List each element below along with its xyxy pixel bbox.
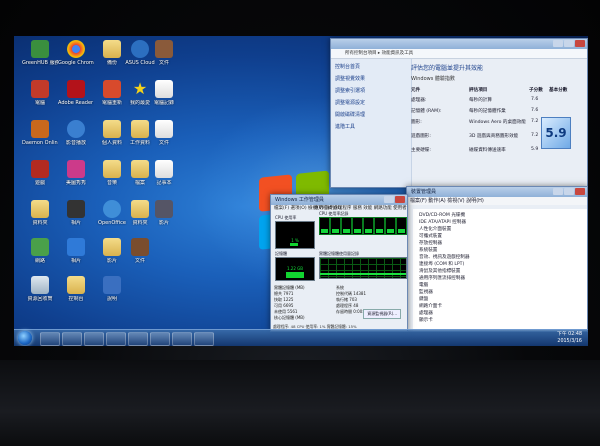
wei-description: Windows 體驗指數 <box>411 76 455 82</box>
tree-item[interactable]: 存放控制器 <box>419 240 581 247</box>
tree-item[interactable]: 鍵盤 <box>419 296 581 303</box>
device-tree: DVD/CD-ROM 光碟機 IDE ATA/ATAPI 控制器 人性化介面裝置… <box>413 209 587 331</box>
cpu-usage-graph: 1 % <box>275 221 315 249</box>
taskbar: 下午 02:48 2015/3/16 <box>14 329 588 346</box>
taskbar-button[interactable] <box>84 332 104 346</box>
tree-item[interactable]: 系統裝置 <box>419 247 581 254</box>
tree-item[interactable]: 滑鼠及其他指標裝置 <box>419 268 581 275</box>
maximize-button[interactable] <box>564 188 574 195</box>
memory-history-graph <box>319 257 407 279</box>
desktop-icon[interactable]: 資料夾 <box>22 200 58 242</box>
tree-item[interactable]: IDE ATA/ATAPI 控制器 <box>419 219 581 226</box>
tree-item[interactable]: 處理器 <box>419 310 581 317</box>
sidebar-link[interactable]: 調整視覺效果 <box>335 75 407 82</box>
taskbar-button[interactable] <box>172 332 192 346</box>
device-manager-window[interactable]: 裝置管理員 檔案(F) 動作(A) 檢視(V) 說明(H) DVD/CD-ROM… <box>406 186 588 332</box>
sidebar-link[interactable]: 開啟磁碟清理 <box>335 111 407 118</box>
desktop-icon[interactable]: GreenHUB 服務 <box>22 40 58 82</box>
desktop-icon[interactable]: 美圖秀秀 <box>58 160 94 202</box>
tree-item[interactable]: 網路介面卡 <box>419 303 581 310</box>
desktop-icon[interactable]: 網路 <box>22 238 58 280</box>
close-button[interactable] <box>575 188 585 195</box>
performance-info-window[interactable]: 所有控制台項目 ▸ 效能資訊及工具 控制台首頁 調整視覺效果 調整索引選項 調整… <box>330 38 588 188</box>
task-manager-window[interactable]: Windows 工作管理員 檔案(F) 選項(O) 檢視(V) 說明(H) 應用… <box>270 194 408 332</box>
window-titlebar[interactable] <box>331 39 587 49</box>
maximize-button[interactable] <box>564 40 574 47</box>
taskbar-button[interactable] <box>40 332 60 346</box>
desktop-screen: GreenHUB 服務 Google Chrome 備份 ASUS Cloud … <box>14 36 588 346</box>
media-player-icon[interactable]: 影音播放 <box>58 120 94 162</box>
taskbar-button[interactable] <box>62 332 82 346</box>
tree-item[interactable]: 人性化介面裝置 <box>419 226 581 233</box>
tree-item[interactable]: DVD/CD-ROM 光碟機 <box>419 212 581 219</box>
desktop-icon[interactable]: 電腦 <box>22 80 58 122</box>
close-button[interactable] <box>395 196 405 203</box>
menu-bar[interactable]: 檔案(F) 動作(A) 檢視(V) 說明(H) <box>407 197 587 205</box>
desktop-icon[interactable]: 遊戲 <box>22 160 58 202</box>
taskbar-button[interactable] <box>150 332 170 346</box>
sidebar: 控制台首頁 調整視覺效果 調整索引選項 調整電源設定 開啟磁碟清理 進階工具 <box>331 59 412 187</box>
window-titlebar[interactable]: Windows 工作管理員 <box>271 195 407 205</box>
memory-graph: 1.22 GB <box>275 257 315 281</box>
desktop-icon[interactable]: 影片 <box>146 200 182 242</box>
desktop-icon[interactable]: 電腦記錄 <box>146 80 182 122</box>
desk-surface <box>0 360 600 446</box>
minimize-button[interactable] <box>384 196 394 203</box>
taskbar-button[interactable] <box>128 332 148 346</box>
desktop-icon[interactable]: Daemon Online <box>22 120 58 162</box>
address-bar[interactable]: 所有控制台項目 ▸ 效能資訊及工具 <box>331 49 587 59</box>
resource-monitor-button[interactable]: 資源監視器(R)... <box>363 309 401 319</box>
desktop-icon[interactable]: 控制台 <box>58 276 94 318</box>
tree-item[interactable]: 連接埠 (COM 和 LPT) <box>419 261 581 268</box>
minimize-button[interactable] <box>553 40 563 47</box>
taskbar-button[interactable] <box>194 332 214 346</box>
sidebar-link[interactable]: 進階工具 <box>335 123 407 130</box>
desktop-icon[interactable]: 相片 <box>58 238 94 280</box>
close-button[interactable] <box>575 40 585 47</box>
chrome-icon[interactable]: Google Chrome <box>58 40 94 82</box>
tree-item[interactable]: 電腦 <box>419 282 581 289</box>
desktop-icon[interactable]: 文件 <box>122 238 158 280</box>
tree-item[interactable]: 通用序列匯流排控制器 <box>419 275 581 282</box>
desktop-icon[interactable]: 說明 <box>94 276 130 318</box>
sidebar-link[interactable]: 調整索引選項 <box>335 87 407 94</box>
tree-item[interactable]: 監視器 <box>419 289 581 296</box>
start-button[interactable] <box>18 331 32 345</box>
sidebar-link[interactable]: 調整電源設定 <box>335 99 407 106</box>
desktop-icon[interactable]: 文件 <box>146 120 182 162</box>
desktop-icon[interactable]: 相片 <box>58 200 94 242</box>
tree-item[interactable]: 可攜式裝置 <box>419 233 581 240</box>
desktop-icon[interactable]: 記事本 <box>146 160 182 202</box>
window-titlebar[interactable]: 裝置管理員 <box>407 187 587 197</box>
desktop-icon[interactable]: 文件 <box>146 40 182 82</box>
tree-item[interactable]: 顯示卡 <box>419 317 581 324</box>
taskbar-button[interactable] <box>106 332 126 346</box>
recycle-bin-icon[interactable]: 資源回收筒 <box>22 276 58 318</box>
minimize-button[interactable] <box>553 188 563 195</box>
adobe-reader-icon[interactable]: Adobe Reader XI <box>58 80 94 122</box>
page-title: 評估您的電腦並提升其效能 <box>411 65 484 72</box>
sidebar-link[interactable]: 控制台首頁 <box>335 63 407 70</box>
system-clock[interactable]: 下午 02:48 2015/3/16 <box>557 331 582 345</box>
base-score-badge: 5.9 <box>541 117 571 149</box>
tree-item[interactable]: 音效、視訊及遊戲控制器 <box>419 254 581 261</box>
